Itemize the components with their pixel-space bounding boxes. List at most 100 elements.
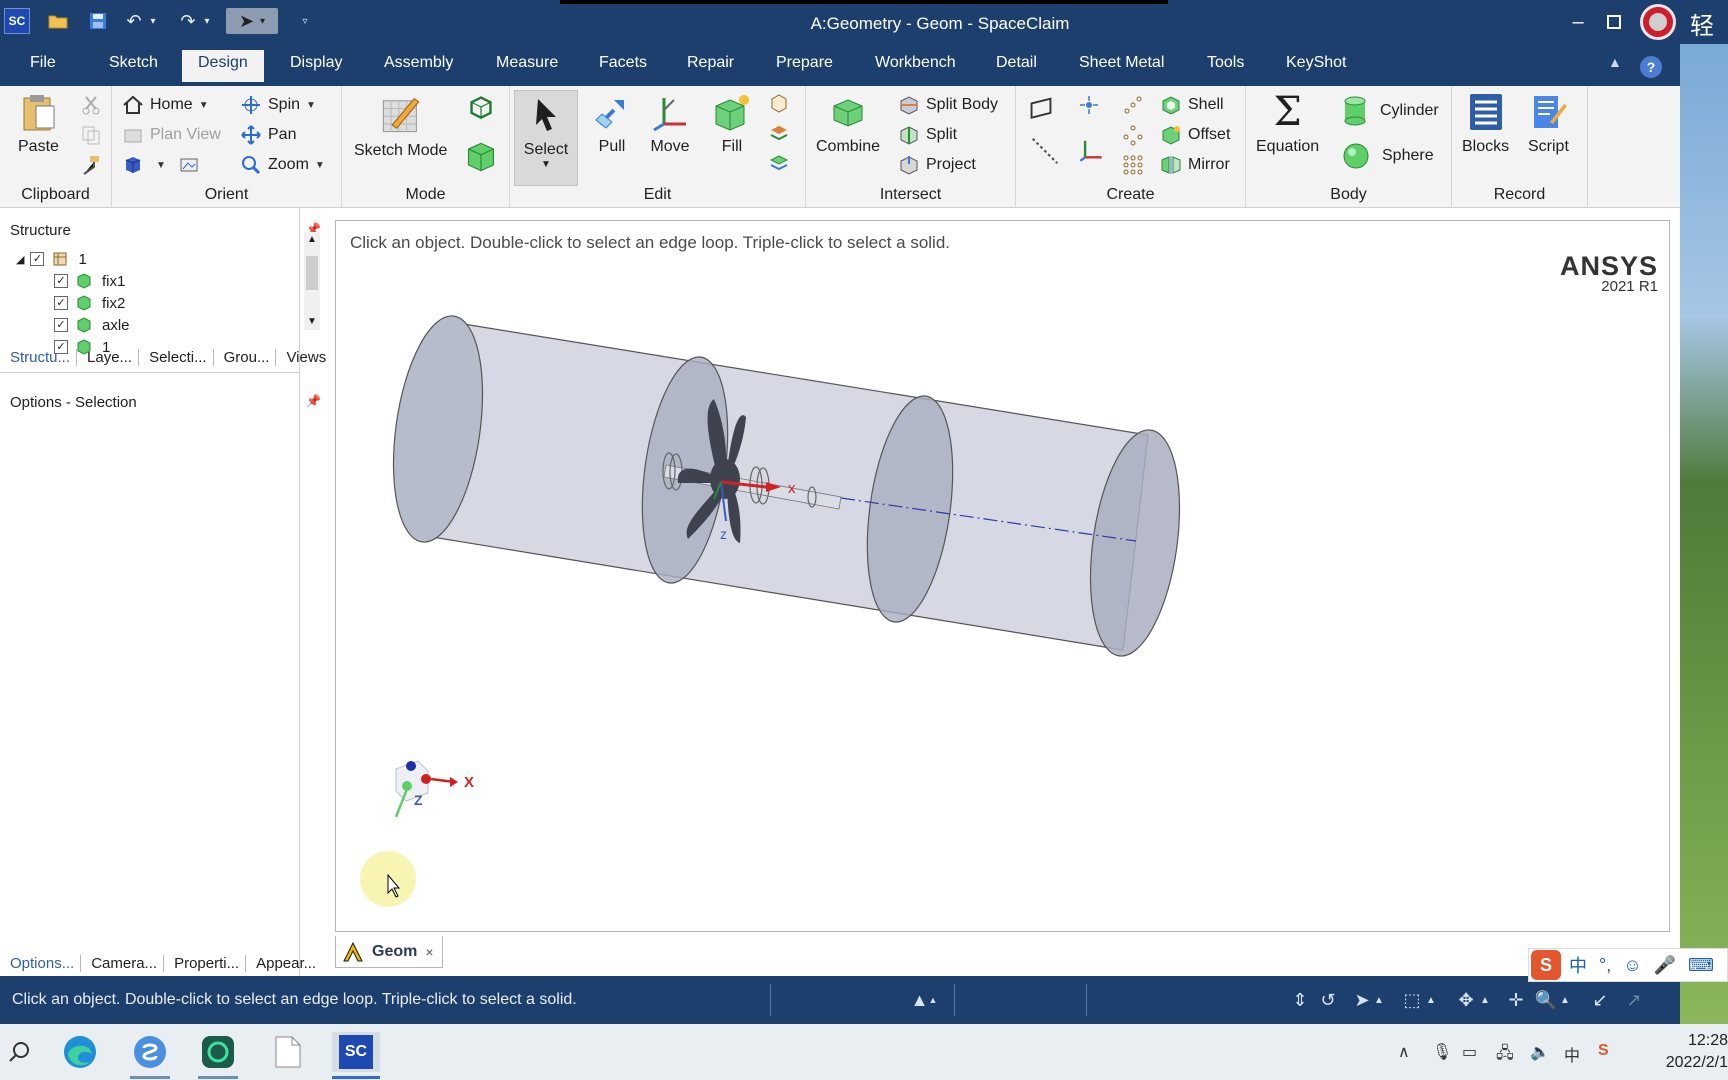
tab-structure[interactable]: Structu... [0,348,78,366]
tab-views[interactable]: Views [276,349,332,366]
menu-facets[interactable]: Facets [599,54,647,72]
tree-item[interactable]: ✓ axle [54,314,130,336]
scroll-up-icon[interactable]: ▲ [307,234,317,245]
menu-file[interactable]: File [30,54,56,72]
tree-scrollbar[interactable]: ▲ ▼ [304,232,320,330]
equation-button[interactable]: Σ Equation [1256,92,1319,156]
paste-button[interactable]: Paste [18,92,59,156]
spin-center-icon[interactable]: ⇕ [1288,988,1312,1012]
replace-icon[interactable] [768,152,796,174]
tree-item-checkbox[interactable]: ✓ [54,296,68,310]
tab-groups[interactable]: Grou... [214,348,277,366]
home-button[interactable]: Home ▼ [122,94,209,116]
menu-assembly[interactable]: Assembly [384,54,453,72]
fill-button[interactable]: Fill [712,92,752,156]
screen-recorder-icon[interactable] [198,1032,238,1072]
ime-language[interactable]: 中 [1569,952,1587,978]
file-icon[interactable] [268,1032,308,1072]
mirror-button[interactable]: Mirror [1160,154,1230,176]
sogou-browser-icon[interactable] [130,1032,170,1072]
plan-view-button[interactable]: Plan View [122,124,221,146]
origin-icon[interactable] [1078,136,1110,162]
collapse-arrow-icon[interactable]: ◢ [16,253,24,266]
tab-properties[interactable]: Properti... [164,954,247,972]
split-body-button[interactable]: Split Body [898,94,998,116]
menu-display[interactable]: Display [290,54,342,72]
ime-emoji-icon[interactable]: ☺ [1623,955,1641,976]
geometry-model[interactable]: x z X Z [336,221,1671,933]
menu-detail[interactable]: Detail [996,54,1037,72]
menu-design[interactable]: Design [182,50,264,82]
section-mode-icon[interactable] [468,94,500,120]
combine-button[interactable]: Combine [816,92,880,156]
menu-workbench[interactable]: Workbench [875,54,956,72]
pull-button[interactable]: Pull [592,92,632,156]
tray-ime-language[interactable]: 中 [1564,1042,1580,1066]
next-view-icon[interactable]: ↗ [1622,988,1646,1012]
volume-icon[interactable]: 🔈 [1530,1042,1550,1062]
menu-repair[interactable]: Repair [687,54,734,72]
tree-root-checkbox[interactable]: ✓ [30,252,45,266]
pan-button[interactable]: Pan [240,124,296,146]
move-button[interactable]: Move [650,92,690,156]
format-painter-icon[interactable] [80,154,108,176]
box-select-dropdown-icon[interactable]: ▲ [1424,988,1438,1012]
3d-viewport[interactable]: Click an object. Double-click to select … [335,220,1670,932]
shell-button[interactable]: Shell [1160,94,1224,116]
battery-icon[interactable]: ▭ [1462,1042,1477,1062]
edge-browser-icon[interactable] [60,1032,100,1072]
help-icon[interactable]: ? [1640,56,1662,78]
zoom-status-dropdown-icon[interactable]: ▲ [1558,988,1572,1012]
zoom-status-icon[interactable]: 🔍 [1534,988,1558,1012]
cylinder-button[interactable]: Cylinder [1342,96,1439,126]
plane-icon[interactable] [1028,94,1060,120]
menu-measure[interactable]: Measure [496,54,558,72]
sogou-ime-logo[interactable]: S [1531,950,1561,980]
menu-keyshot[interactable]: KeyShot [1286,54,1346,72]
tab-camera[interactable]: Camera... [81,954,165,972]
snap-view-icon[interactable] [178,154,206,176]
box-select-icon[interactable]: ⬚ [1400,988,1424,1012]
previous-view-icon[interactable]: ↙ [1588,988,1612,1012]
spin-status-dropdown-icon[interactable]: ▲ [1478,988,1492,1012]
3d-mode-button[interactable] [464,140,498,174]
offset-button[interactable]: Offset [1160,124,1230,146]
microphone-icon[interactable]: 🎙 [1432,1042,1452,1062]
ime-voice-icon[interactable]: 🎤 [1654,955,1676,976]
tab-appearance[interactable]: Appear... [246,955,322,972]
zoom-button[interactable]: Zoom ▼ [240,154,325,176]
point-icon[interactable] [1078,94,1106,116]
cylinder-body[interactable] [425,321,1149,651]
circular-pattern-icon[interactable] [1122,124,1150,146]
sketch-mode-button[interactable]: Sketch Mode [354,92,447,160]
network-icon[interactable]: 🖧 [1496,1042,1514,1069]
axis-icon[interactable] [1030,136,1066,166]
grid-pattern-icon[interactable] [1122,154,1150,176]
menu-prepare[interactable]: Prepare [776,54,833,72]
menu-sheet-metal[interactable]: Sheet Metal [1079,54,1164,72]
spin-status-icon[interactable]: ✥ [1454,988,1478,1012]
tab-layers[interactable]: Laye... [77,348,140,366]
sphere-button[interactable]: Sphere [1342,142,1434,170]
view-triad[interactable]: X Z [394,760,474,818]
cut-icon[interactable] [80,94,108,116]
tree-item[interactable]: ✓ fix2 [54,292,125,314]
collapse-ribbon-icon[interactable]: ▲ [1608,54,1622,70]
linear-pattern-icon[interactable] [1122,94,1150,116]
ime-keyboard-icon[interactable]: ⌨ [1688,955,1714,976]
copy-icon[interactable] [80,124,108,146]
ime-punctuation[interactable]: °, [1599,955,1611,976]
tab-options[interactable]: Options... [0,954,82,972]
blend-icon[interactable] [768,92,796,114]
pin-icon[interactable]: 📌 [306,394,321,408]
undo-view-icon[interactable]: ↺ [1316,988,1340,1012]
search-icon[interactable] [0,1032,40,1072]
project-button[interactable]: Project [898,154,976,176]
spaceclaim-taskbar-button[interactable]: SC [332,1032,380,1072]
script-button[interactable]: Script [1528,92,1569,156]
tree-item-checkbox[interactable]: ✓ [54,318,68,332]
menu-tools[interactable]: Tools [1207,54,1244,72]
tweak-face-icon[interactable] [768,122,796,144]
tab-selection[interactable]: Selecti... [139,348,214,366]
minimize-icon[interactable]: – [1560,6,1596,38]
